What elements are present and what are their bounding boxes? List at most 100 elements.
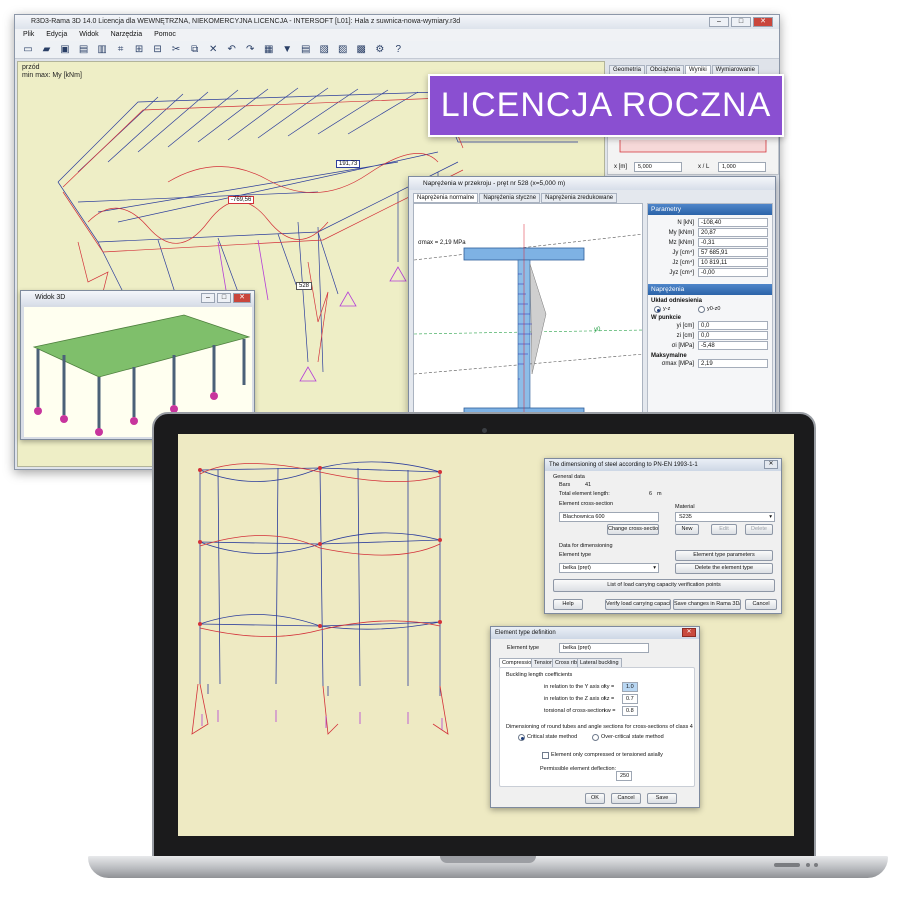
help-icon[interactable]: ? — [391, 43, 405, 57]
cut-icon[interactable]: ✂ — [169, 43, 183, 57]
help-button[interactable]: Help — [553, 599, 583, 610]
calculator-icon[interactable]: ▩ — [354, 43, 368, 57]
param-row: Jyz [cm⁴] -0,00 — [648, 268, 772, 278]
menu-help[interactable]: Pomoc — [154, 31, 176, 38]
delete-element-type-button[interactable]: Delete the element type — [675, 563, 773, 574]
critical-state-radio[interactable] — [518, 734, 525, 741]
x-l-field[interactable]: 1,000 — [718, 162, 766, 172]
ref-system-label: Układ odniesienia — [651, 298, 703, 304]
verify-button[interactable]: Verify load carrying capacity — [605, 599, 671, 610]
tab-normal-stress[interactable]: Naprężenia normalne — [413, 193, 479, 203]
section-field[interactable]: Blachownica 600 — [559, 512, 659, 522]
verification-points-button[interactable]: List of load carrying capacity verificat… — [553, 579, 775, 592]
copy-icon[interactable]: ⧉ — [188, 43, 202, 57]
ok-button[interactable]: OK — [585, 793, 605, 804]
axial-only-checkbox[interactable] — [542, 752, 549, 759]
x-l-label: x / L — [698, 164, 710, 170]
class4-header: Dimensioning of round tubes and angle se… — [506, 724, 693, 730]
dimension-icon[interactable]: ▨ — [336, 43, 350, 57]
delete-material-button[interactable]: Delete — [745, 524, 773, 535]
axis-label: y0 — [594, 327, 601, 333]
report-icon[interactable]: ▧ — [317, 43, 331, 57]
length-label: Total element length: — [559, 491, 610, 497]
change-section-button[interactable]: Change cross-section — [607, 524, 659, 535]
bars-value: 41 — [585, 482, 592, 488]
laptop-notch — [440, 856, 536, 863]
element-type-label: Element type — [559, 552, 592, 558]
element-type-params-button[interactable]: Element type parameters — [675, 550, 773, 561]
menu-tools[interactable]: Narzędzia — [111, 31, 143, 38]
max-row: σmax [MPa] 2,19 — [648, 359, 772, 369]
support-icon[interactable]: ⊟ — [151, 43, 165, 57]
close-button[interactable]: ✕ — [753, 17, 773, 27]
buckling-header: Buckling length coefficients — [506, 672, 573, 678]
laptop-screen[interactable]: The dimensioning of steel according to P… — [178, 434, 794, 836]
view-3d-close[interactable]: ✕ — [233, 293, 251, 303]
buckling-row-symbol: ky = — [604, 684, 615, 690]
edit-material-button[interactable]: Edit — [711, 524, 737, 535]
cancel-button[interactable]: Cancel — [745, 599, 777, 610]
redo-icon[interactable]: ↷ — [243, 43, 257, 57]
x-m-field[interactable]: 5,000 — [634, 162, 682, 172]
table-icon[interactable]: ▤ — [299, 43, 313, 57]
save-as-icon[interactable]: ▤ — [77, 43, 91, 57]
kz-field[interactable]: 0.7 — [622, 694, 638, 704]
undo-icon[interactable]: ↶ — [225, 43, 239, 57]
kw-field[interactable]: 0.8 — [622, 706, 638, 716]
save-icon[interactable]: ▣ — [58, 43, 72, 57]
view-3d-maximize[interactable]: □ — [217, 293, 231, 303]
max-value: 2,19 — [698, 359, 768, 368]
license-badge: LICENCJA ROCZNA — [428, 74, 784, 137]
max-moment-label: 191,73 — [336, 160, 361, 168]
new-file-icon[interactable]: ▭ — [21, 43, 35, 57]
tab-reduced-stress[interactable]: Naprężenia zredukowane — [541, 193, 618, 203]
material-value: S235 — [679, 514, 692, 520]
view-3d-minimize[interactable]: – — [201, 293, 215, 303]
save-button[interactable]: Save — [647, 793, 677, 804]
min-moment-label: -769,56 — [228, 196, 255, 204]
delete-icon[interactable]: ✕ — [206, 43, 220, 57]
material-select[interactable]: S235 ▾ — [675, 512, 775, 522]
parameters-header: Parametry — [648, 204, 772, 215]
length-value: 6 — [649, 491, 653, 497]
param-value: -0,31 — [698, 238, 768, 247]
dimensioning-close-icon[interactable]: ✕ — [764, 460, 778, 469]
param-value: 20,87 — [698, 228, 768, 237]
ref-system-options: y-z y0-z0 — [648, 304, 772, 315]
save-changes-button[interactable]: Save changes in Rama 3D/2D — [673, 599, 741, 610]
element-type-close-icon[interactable]: ✕ — [682, 628, 696, 637]
length-unit: m — [657, 491, 662, 497]
overcritical-state-radio[interactable] — [592, 734, 599, 741]
param-row: Jy [cm⁴] 57 685,91 — [648, 248, 772, 258]
bar-number-label: 528 — [296, 282, 313, 290]
menu-edit[interactable]: Edycja — [46, 31, 67, 38]
menu-file[interactable]: Plik — [23, 31, 34, 38]
ref-yz-radio[interactable] — [654, 306, 661, 313]
dimensioning-dialog: The dimensioning of steel according to P… — [544, 458, 782, 614]
print-icon[interactable]: ▥ — [95, 43, 109, 57]
cross-section-view[interactable]: σmax = 2,19 MPa y0 — [413, 203, 643, 413]
ky-field[interactable]: 1.0 — [622, 682, 638, 692]
general-data-label: General data — [553, 474, 585, 480]
maximize-button[interactable]: □ — [731, 17, 751, 27]
bar-diagram — [619, 140, 767, 153]
parameters-list: N [kN] -108,40 My [kNm] 20,87 Mz [kNm] -0,3… — [648, 215, 772, 278]
menu-view[interactable]: Widok — [79, 31, 98, 38]
node-icon[interactable]: ⌗ — [114, 43, 128, 57]
bar-icon[interactable]: ⊞ — [132, 43, 146, 57]
new-material-button[interactable]: New — [675, 524, 699, 535]
indicator-lights-icon — [774, 863, 818, 867]
deflection-field[interactable]: 250 — [616, 771, 632, 781]
grid-icon[interactable]: ▦ — [262, 43, 276, 57]
settings-icon[interactable]: ⚙ — [373, 43, 387, 57]
filter-icon[interactable]: ▼ — [280, 43, 294, 57]
ref-y0z0-radio[interactable] — [698, 306, 705, 313]
type-field[interactable]: belka (pręt) — [559, 643, 649, 653]
point-value: -5,48 — [698, 341, 768, 350]
minimize-button[interactable]: – — [709, 17, 729, 27]
open-file-icon[interactable]: ▰ — [40, 43, 54, 57]
cancel-button[interactable]: Cancel — [611, 793, 641, 804]
tab-shear-stress[interactable]: Naprężenia styczne — [479, 193, 541, 203]
bars-label: Bars — [559, 482, 571, 488]
element-type-select[interactable]: belka (pręt) ▾ — [559, 563, 659, 573]
